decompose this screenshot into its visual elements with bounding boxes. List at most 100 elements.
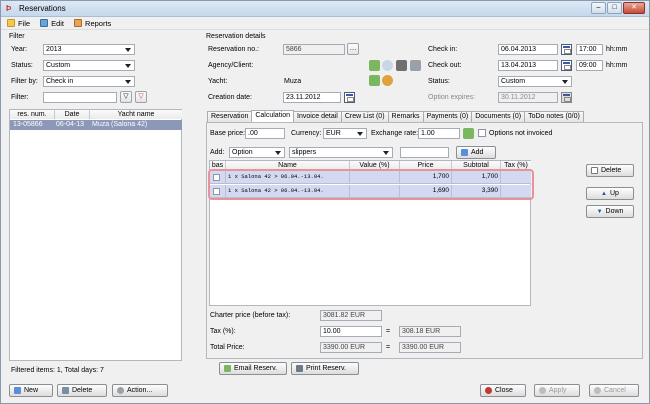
delete-reservation-button[interactable]: Delete (57, 384, 107, 397)
add-client-icon[interactable] (369, 60, 380, 71)
tax-amount-field: 308.18 EUR (399, 326, 461, 337)
status-select[interactable]: Custom (43, 60, 135, 71)
search-client-icon[interactable] (382, 60, 393, 71)
tab-crew-list[interactable]: Crew List (0) (340, 111, 389, 122)
check-out-label: Check out: (428, 62, 462, 69)
agency-client-label: Agency/Client: (208, 62, 254, 69)
check-in-time-field[interactable]: 17:00 (576, 44, 603, 55)
reservations-table: res. num. Date Yacht name 13-05866 06-04… (9, 109, 182, 361)
tab-calculation[interactable]: Calculation (251, 110, 294, 122)
check-in-calendar-icon[interactable] (561, 44, 572, 55)
filter-by-select[interactable]: Check in (43, 76, 135, 87)
email-icon (224, 365, 231, 372)
yacht-label: Yacht: (208, 78, 228, 85)
card-icon[interactable] (396, 60, 407, 71)
filter-heading: Filter (9, 33, 25, 40)
maximize-button[interactable]: □ (607, 2, 622, 14)
year-label: Year: (11, 46, 28, 53)
tab-remarks[interactable]: Remarks (387, 111, 424, 122)
col-yacht-name[interactable]: Yacht name (90, 110, 182, 119)
status-detail-label: Status: (428, 78, 450, 85)
check-icon (539, 387, 546, 394)
check-out-time-format: hh:mm (606, 62, 628, 69)
col-date[interactable]: Date (55, 110, 90, 119)
delete-item-button[interactable]: Delete (586, 164, 634, 177)
action-button[interactable]: Action... (112, 384, 168, 397)
email-reservation-button[interactable]: Email Reserv. (219, 362, 287, 375)
option-expires-label: Option expires: (428, 94, 476, 101)
creation-date-field[interactable]: 23.11.2012 (283, 92, 341, 103)
filter-input[interactable] (43, 92, 117, 103)
calculation-items-table: bas Name Value (%) Price Subtotal Tax (%… (208, 160, 534, 306)
tab-payments[interactable]: Payments (0) (422, 111, 473, 122)
option-expires-field: 30.11.2012 (498, 92, 558, 103)
tab-todo-notes[interactable]: ToDo notes (0/0) (524, 111, 584, 122)
menu-file[interactable]: File (7, 19, 30, 28)
reservations-window: Þ Reservations – □ ✕ File Edit Reports F… (0, 0, 650, 404)
status-label: Status: (11, 62, 33, 69)
year-select[interactable]: 2013 (43, 44, 135, 55)
status-detail-select[interactable]: Custom (498, 76, 572, 87)
total-price-label: Total Price: (210, 344, 245, 351)
check-out-date-field[interactable]: 13.04.2013 (498, 60, 558, 71)
reservation-no-field: 5866 (283, 44, 345, 55)
add-yacht-icon[interactable] (369, 75, 380, 86)
add-amount-field[interactable] (400, 147, 449, 158)
check-out-time-field[interactable]: 09:00 (576, 60, 603, 71)
new-icon (14, 387, 21, 394)
creation-date-label: Creation date: (208, 94, 252, 101)
option-calendar-icon (561, 92, 572, 103)
tax-label: Tax (%): (210, 328, 236, 335)
close-window-button[interactable]: ✕ (623, 2, 645, 14)
check-out-calendar-icon[interactable] (561, 60, 572, 71)
check-in-label: Check in: (428, 46, 458, 53)
calendar-icon[interactable] (344, 92, 355, 103)
apply-button[interactable]: Apply (534, 384, 580, 397)
currency-select[interactable]: EUR (323, 128, 367, 139)
tab-documents[interactable]: Documents (0) (471, 111, 526, 122)
exchange-rate-label: Exchange rate: (371, 130, 419, 137)
add-type-select[interactable]: Option (229, 147, 285, 158)
minimize-button[interactable]: – (591, 2, 606, 14)
check-in-date-field[interactable]: 06.04.2013 (498, 44, 558, 55)
menu-edit[interactable]: Edit (40, 19, 64, 28)
up-button[interactable]: ▲ Up (586, 187, 634, 200)
refresh-rate-icon[interactable] (463, 128, 474, 139)
new-button[interactable]: New (9, 384, 53, 397)
cancel-button[interactable]: Cancel (589, 384, 639, 397)
col-res-num[interactable]: res. num. (10, 110, 55, 119)
add-button[interactable]: Add (456, 146, 496, 159)
filtered-items-status: Filtered items: 1, Total days: 7 (11, 367, 104, 374)
tab-reservation[interactable]: Reservation (207, 111, 253, 122)
options-not-invoiced-checkbox[interactable] (478, 129, 486, 137)
down-button[interactable]: ▼ Down (586, 205, 634, 218)
table-row[interactable]: 13-05866 06-04-13 Muza (Salona 42) (10, 120, 182, 130)
details-heading: Reservation details (206, 33, 266, 40)
tax-equals: = (386, 328, 391, 335)
reports-icon (74, 19, 83, 27)
funnel-icon[interactable]: ▽ (120, 91, 132, 103)
menu-reports[interactable]: Reports (74, 19, 111, 28)
close-button[interactable]: Close (480, 384, 526, 397)
options-not-invoiced-label: Options not invoiced (489, 130, 553, 137)
exchange-rate-field[interactable]: 1.00 (418, 128, 460, 139)
browse-reservation-button[interactable]: … (347, 43, 359, 55)
title-bar: Þ Reservations – □ ✕ (1, 1, 649, 17)
up-arrow-icon: ▲ (601, 190, 607, 197)
print-reservation-button[interactable]: Print Reserv. (291, 362, 359, 375)
total-equals: = (386, 344, 391, 351)
charter-price-label: Charter price (before tax): (210, 312, 291, 319)
total-price-field: 3390.00 EUR (320, 342, 382, 353)
filter-by-label: Filter by: (11, 78, 38, 85)
menu-bar: File Edit Reports (1, 17, 649, 30)
base-price-field[interactable]: .00 (245, 128, 285, 139)
add-item-select[interactable]: slippers (289, 147, 393, 158)
gear-icon (117, 387, 124, 394)
tab-invoice-detail[interactable]: Invoice detail (293, 111, 342, 122)
search-yacht-icon[interactable] (382, 75, 393, 86)
document-icon[interactable] (410, 60, 421, 71)
clear-filter-icon[interactable]: ▽ (135, 91, 147, 103)
highlight-frame (208, 169, 534, 200)
tax-percent-field[interactable]: 10.00 (320, 326, 382, 337)
cancel-icon (594, 387, 601, 394)
